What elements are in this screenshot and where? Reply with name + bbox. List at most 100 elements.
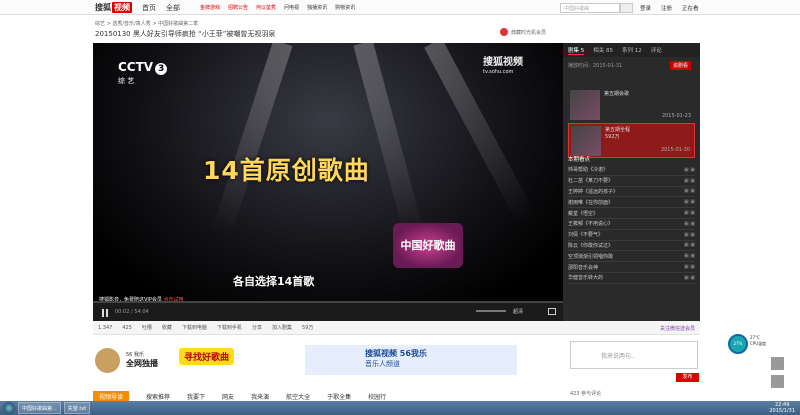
topic-row[interactable]: 刘倩《不要气》 ▣ ▣ xyxy=(568,230,695,241)
play-icon[interactable]: ▣ ▣ xyxy=(684,178,695,184)
topic-row[interactable]: 帅哥帮助《冷诺》 ▣ ▣ xyxy=(568,165,695,176)
play-icon[interactable]: ▣ ▣ xyxy=(684,210,695,216)
topic-row[interactable]: 杜二苗《某刀不要》 ▣ ▣ xyxy=(568,176,695,187)
windows-start-icon[interactable] xyxy=(3,402,15,414)
play-icon[interactable]: ▣ ▣ xyxy=(684,199,695,205)
feedback-icon[interactable] xyxy=(771,357,784,370)
episode-date: 2015-01-30 xyxy=(660,147,690,153)
section-tab-active[interactable]: 视频导读 xyxy=(93,390,130,402)
video-action-bar: 1,347 425 吐槽 收藏 下载到电脑 下载到手机 分享 加入剧集 59万 xyxy=(93,321,563,335)
register-link[interactable]: 注册 xyxy=(661,4,672,12)
cpu-widget[interactable]: 27% xyxy=(728,334,748,354)
tab-label: 评论 xyxy=(650,48,662,54)
topic-row[interactable]: 华健音乐转大的 ▣ ▣ xyxy=(568,273,695,284)
show-logo: 中国好歌曲 xyxy=(393,223,463,268)
comment-count: 423 参与评论 xyxy=(570,390,601,397)
video-player[interactable]: CCTV 3 综 艺 搜狐视频 tv.sohu.com 14首原创歌曲 中国好歌曲 各… xyxy=(93,43,563,321)
subscribe-button[interactable]: 追剧看 xyxy=(670,61,692,70)
section-tab[interactable]: 我来演 xyxy=(251,392,269,401)
promo-link[interactable]: 招聘公告 xyxy=(228,4,248,11)
taskbar-item[interactable]: 失望.txt xyxy=(63,402,91,414)
section-tab[interactable]: 航空大全 xyxy=(286,392,310,401)
sponsor-icon xyxy=(500,28,508,36)
logo-text: 搜狐 xyxy=(95,3,111,12)
tab-comments[interactable]: 评论 xyxy=(651,46,662,54)
share-button[interactable]: 分享 xyxy=(252,324,262,331)
section-tab[interactable]: 网友 xyxy=(222,392,234,401)
promo-link[interactable]: 问电视 xyxy=(284,4,299,11)
tab-series[interactable]: 系列 12 xyxy=(622,46,642,54)
ad-right[interactable]: 搜狐视频 56我乐 音乐人频道 xyxy=(305,345,517,375)
channel-name: CCTV xyxy=(118,60,154,74)
video-caption: 14首原创歌曲 xyxy=(203,156,370,185)
video-frame[interactable]: CCTV 3 综 艺 搜狐视频 tv.sohu.com 14首原创歌曲 中国好歌曲 各… xyxy=(93,43,563,304)
topic-row[interactable]: 王筱郁《不用说心》 ▣ ▣ xyxy=(568,219,695,230)
promo-link[interactable]: 购物资讯 xyxy=(335,4,355,11)
topic-row[interactable]: 陈云《你敢你试过》 ▣ ▣ xyxy=(568,241,695,252)
clock[interactable]: 22:49 2015/1/31 xyxy=(769,402,795,414)
section-tab[interactable]: 于歌全集 xyxy=(327,392,351,401)
topic-row[interactable]: 空顶渐渐引领唱你敢 ▣ ▣ xyxy=(568,251,695,263)
nav-home[interactable]: 首页 xyxy=(142,3,156,13)
section-tab[interactable]: 搜索推荐 xyxy=(146,392,170,401)
ad-left[interactable]: 56 我乐 全网独播 寻找好歌曲 xyxy=(95,345,265,375)
play-icon[interactable]: ▣ ▣ xyxy=(684,188,695,194)
search-icon[interactable] xyxy=(620,3,633,13)
breadcrumb[interactable]: 综艺 > 选秀/音乐/真人秀 > 中国好歌曲第二季 xyxy=(95,20,198,27)
comment-input[interactable]: 我来说两句.. xyxy=(570,341,698,369)
episode-item-active[interactable]: 第五期全程 592万 2015-01-30 xyxy=(568,123,695,158)
player-controls: 00:02 / 54:04 超清 xyxy=(93,301,563,321)
download-pc-button[interactable]: 下载到电脑 xyxy=(182,324,207,331)
play-icon[interactable]: ▣ ▣ xyxy=(684,221,695,227)
vip-link[interactable]: 关注微信送会员 xyxy=(563,321,700,335)
sohu-watermark: 搜狐视频 tv.sohu.com xyxy=(483,53,523,75)
dislike-count[interactable]: 425 xyxy=(122,325,132,331)
episode-title: 第五期全程 xyxy=(605,127,631,133)
fullscreen-icon[interactable] xyxy=(548,308,556,315)
like-count[interactable]: 1,347 xyxy=(98,325,112,331)
sidebar-date: 播放时间：2015-01-31 xyxy=(568,63,623,69)
page: 搜狐 视频 首页 全部 金牌游戏 招聘公告 何以鉴秀 问电视 独播资讯 购物资讯 … xyxy=(0,0,800,415)
pause-icon[interactable] xyxy=(101,309,109,317)
play-icon[interactable]: ▣ ▣ xyxy=(684,264,695,270)
sponsor-link[interactable]: 典藏时光机会员 xyxy=(500,28,546,36)
favorite-button[interactable]: 收藏 xyxy=(162,324,172,331)
play-icon[interactable]: ▣ ▣ xyxy=(684,253,695,259)
topic-row[interactable]: 邵阳音乐会神 ▣ ▣ xyxy=(568,262,695,273)
quality-button[interactable]: 超清 xyxy=(513,308,523,315)
edit-icon[interactable] xyxy=(771,375,784,388)
danmaku-button[interactable]: 吐槽 xyxy=(142,324,152,331)
play-icon[interactable]: ▣ ▣ xyxy=(684,242,695,248)
watching-link[interactable]: 正在看 xyxy=(682,4,699,12)
publish-button[interactable]: 发布 xyxy=(676,373,699,382)
nav-all[interactable]: 全部 xyxy=(166,3,180,13)
add-series-button[interactable]: 加入剧集 xyxy=(272,324,292,331)
ad-banners: 56 我乐 全网独播 寻找好歌曲 搜狐视频 56我乐 音乐人频道 xyxy=(95,345,565,375)
section-tab[interactable]: 校园行 xyxy=(368,392,386,401)
promo-link[interactable]: 独播资讯 xyxy=(307,4,327,11)
sohu-video-logo[interactable]: 搜狐 视频 xyxy=(95,2,132,13)
video-title: 20150130 黑人好友引导师疯抢 “小王菲”被嘲曾无视羽泉 xyxy=(95,30,276,38)
promo-link[interactable]: 何以鉴秀 xyxy=(256,4,276,11)
download-mobile-button[interactable]: 下载到手机 xyxy=(217,324,242,331)
topic-row[interactable]: 王婷婷《遥远的孩子》 ▣ ▣ xyxy=(568,187,695,198)
search-input[interactable]: 中国好歌曲 xyxy=(560,3,620,13)
tab-count: 85 xyxy=(606,48,614,54)
section-tab[interactable]: 我要下 xyxy=(187,392,205,401)
login-link[interactable]: 登录 xyxy=(640,4,651,12)
top-navigation-bar: 搜狐 视频 首页 全部 金牌游戏 招聘公告 何以鉴秀 问电视 独播资讯 购物资讯 … xyxy=(0,0,800,15)
tab-related[interactable]: 相关 85 xyxy=(593,46,613,54)
tab-episodes[interactable]: 剧集 5 xyxy=(568,46,585,55)
promo-link[interactable]: 金牌游戏 xyxy=(200,4,220,11)
volume-slider[interactable] xyxy=(476,310,506,312)
play-icon[interactable]: ▣ ▣ xyxy=(684,275,695,281)
taskbar-item[interactable]: 中国好歌曲第... xyxy=(18,402,61,414)
play-icon[interactable]: ▣ ▣ xyxy=(684,167,695,173)
episode-item[interactable]: 第五期会歌 2015-01-23 xyxy=(568,88,695,123)
topic-row[interactable]: 戴荃《悟空》 ▣ ▣ xyxy=(568,208,695,219)
play-icon[interactable]: ▣ ▣ xyxy=(684,232,695,238)
topic-row[interactable]: 谢雨唯《在你前面》 ▣ ▣ xyxy=(568,197,695,209)
ad-brand: 搜狐视频 56我乐 xyxy=(365,349,427,358)
sponsor-text: 典藏时光机会员 xyxy=(511,29,547,36)
progress-bar[interactable] xyxy=(93,301,563,303)
